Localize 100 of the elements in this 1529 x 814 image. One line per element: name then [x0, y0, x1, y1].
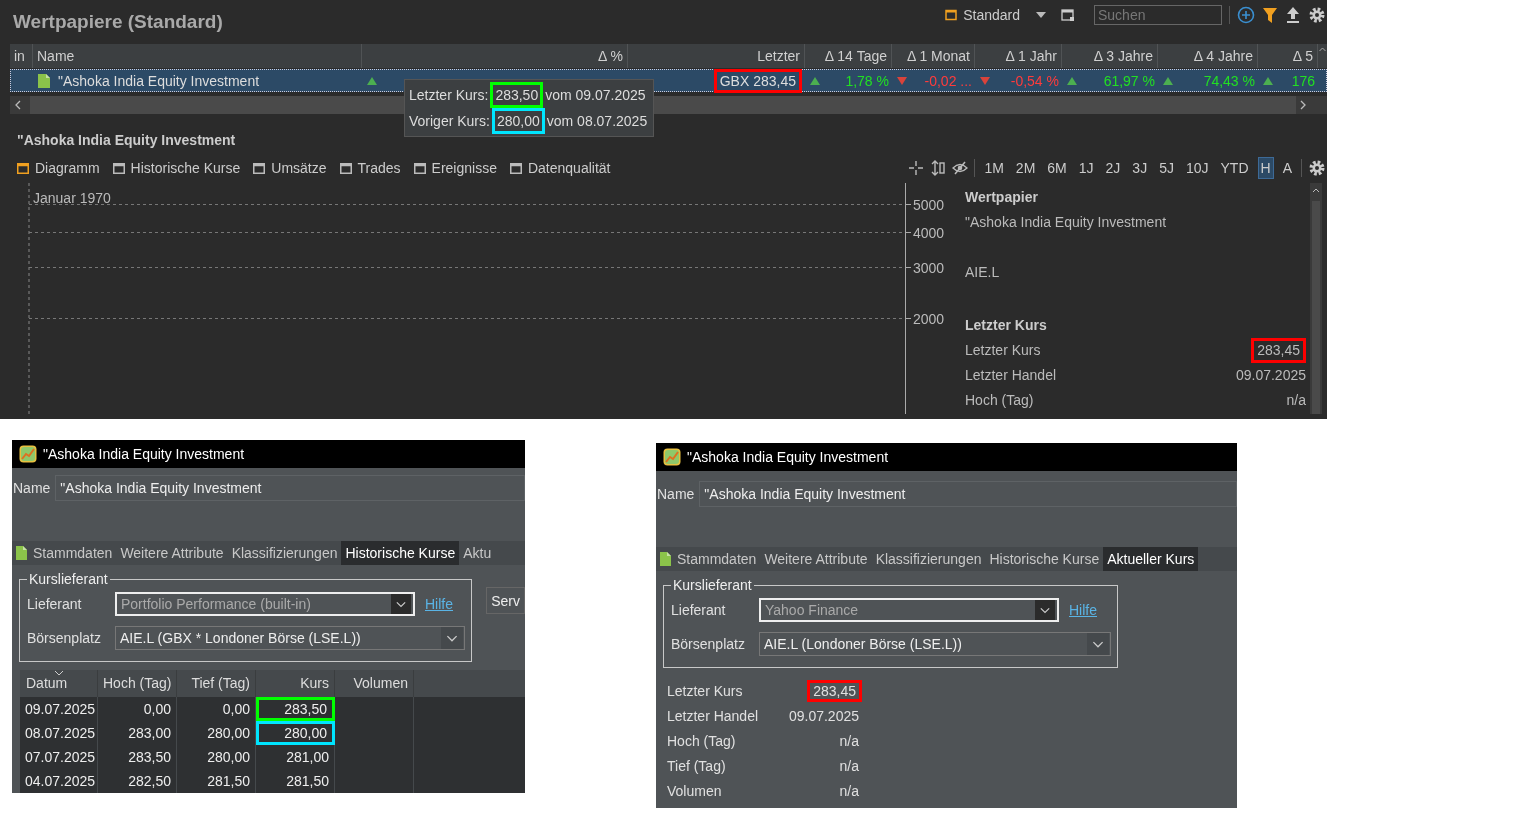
change-value: 74,43 % [1203, 72, 1255, 89]
scale-icon[interactable] [930, 160, 947, 176]
document-icon [660, 552, 671, 566]
column-header[interactable]: Δ 4 Jahre [1158, 44, 1258, 68]
info-label: "Ashoka India Equity Investment [965, 213, 1167, 232]
server-button[interactable]: Serv [486, 587, 525, 614]
info-value: 09.07.2025 [1235, 367, 1306, 384]
tab[interactable]: Aktueller Kurs [1103, 547, 1199, 571]
section-title: "Ashoka India Equity Investment [17, 131, 237, 149]
hidden-eye-icon[interactable] [952, 160, 969, 176]
period-button[interactable]: 10J [1182, 157, 1212, 179]
upload-icon[interactable] [1285, 6, 1301, 24]
name-field[interactable]: "Ashoka India Equity Investment [55, 475, 525, 501]
period-button[interactable]: 1M [981, 157, 1007, 179]
table-cell: 283,50 [256, 697, 335, 721]
change-value: 176 [1291, 72, 1315, 89]
axis-tick [904, 267, 912, 268]
field-label: Börsenplatz [671, 636, 746, 652]
period-button[interactable]: 2M [1012, 157, 1039, 179]
view-tab[interactable]: Ereignisse [413, 160, 497, 176]
tooltip-text: vom 08.07.2025 [546, 112, 648, 131]
add-icon[interactable] [1237, 6, 1255, 24]
document-icon [38, 73, 50, 88]
info-label: Letzter Handel [965, 366, 1057, 385]
name-field[interactable]: "Ashoka India Equity Investment [699, 481, 1237, 507]
period-button[interactable]: YTD [1217, 157, 1252, 179]
field-value: n/a [838, 782, 860, 799]
field-label: Name [12, 480, 51, 496]
column-header[interactable]: Δ % [362, 44, 628, 68]
filter-icon[interactable] [1262, 6, 1278, 24]
window-icon [339, 162, 352, 174]
chevron-down-icon [440, 627, 465, 649]
window-icon[interactable] [1061, 8, 1075, 22]
period-button[interactable]: A [1279, 157, 1295, 179]
window-icon [112, 162, 125, 174]
view-tab[interactable]: Umsätze [253, 160, 327, 176]
column-header[interactable]: in [10, 44, 33, 68]
view-dropdown[interactable]: Standard [945, 7, 1054, 23]
column-header[interactable]: Δ 14 Tage [805, 44, 892, 68]
tab[interactable]: Aktu [459, 541, 496, 565]
change-value: -0,54 % [1010, 72, 1059, 89]
column-header[interactable]: Δ 1 Monat [892, 44, 975, 68]
change-value: -0,02 ... [924, 72, 972, 89]
column-header[interactable]: Δ 3 Jahre [1062, 44, 1158, 68]
dropdown[interactable]: AIE.L (GBX * Londoner Börse (LSE.L)) [115, 626, 466, 650]
date-label: Januar 1970 [33, 190, 111, 206]
period-button[interactable]: 3J [1129, 157, 1151, 179]
field-label: Hoch (Tag) [667, 732, 736, 749]
dropdown[interactable]: AIE.L (Londoner Börse (LSE.L)) [759, 632, 1111, 656]
axis-tick-label: 5000 [913, 196, 945, 213]
group-title: Kurslieferant [672, 577, 753, 593]
settings-icon[interactable] [1308, 6, 1326, 24]
window-icon [509, 162, 522, 174]
tab[interactable]: Klassifizierungen [227, 541, 342, 565]
column-header[interactable]: Δ 5 [1258, 44, 1318, 68]
field-label: Volumen [667, 782, 722, 799]
app-icon [663, 448, 681, 466]
tab[interactable]: Weitere Attribute [760, 547, 872, 571]
info-label: AIE.L [965, 263, 1000, 282]
tab[interactable]: Klassifizierungen [871, 547, 986, 571]
settings-icon[interactable] [1308, 159, 1326, 177]
table-cell: 281,50 [256, 769, 335, 793]
sort-caret-icon [54, 670, 64, 676]
window-titlebar: "Ashoka India Equity Investment [656, 443, 1237, 471]
chevron-down-icon [1086, 633, 1110, 655]
tab[interactable]: Weitere Attribute [116, 541, 228, 565]
vertical-scrollbar[interactable] [1310, 183, 1322, 414]
caret-icon [1036, 12, 1046, 18]
search-field[interactable]: Suchen [1094, 5, 1222, 25]
column-header[interactable]: Kurs [256, 670, 335, 697]
column-header[interactable]: Δ 1 Jahr [975, 44, 1062, 68]
period-button[interactable]: 6M [1044, 157, 1070, 179]
period-button[interactable]: H [1257, 157, 1274, 179]
field-value: 283,45 [807, 679, 862, 702]
tab[interactable]: Historische Kurse [341, 541, 460, 565]
app-icon [19, 445, 37, 463]
view-tab[interactable]: Diagramm [17, 160, 100, 176]
column-header[interactable]: Letzter [628, 44, 805, 68]
field-label: Tief (Tag) [667, 757, 726, 774]
info-label: Letzter Kurs [965, 341, 1041, 360]
view-tab[interactable]: Historische Kurse [112, 160, 241, 176]
view-tab[interactable]: Datenqualität [509, 160, 611, 176]
column-header[interactable]: Name [33, 44, 362, 68]
tab[interactable]: Historische Kurse [985, 547, 1104, 571]
crosshair-icon[interactable] [908, 160, 925, 176]
period-button[interactable]: 1J [1075, 157, 1097, 179]
field-label: Letzter Kurs [667, 682, 743, 699]
tab[interactable]: Stammdaten [656, 547, 761, 571]
field-label: Letzter Handel [667, 707, 759, 724]
tab[interactable]: Stammdaten [12, 541, 117, 565]
panel-title: Wertpapiere (Standard) [13, 11, 223, 33]
info-value: n/a [1286, 392, 1306, 409]
axis-tick-label: 2000 [913, 310, 945, 327]
chevron-down-icon [389, 594, 413, 614]
period-button[interactable]: 2J [1102, 157, 1124, 179]
window-icon [17, 162, 29, 174]
window-icon [945, 9, 958, 21]
view-tab[interactable]: Trades [339, 160, 401, 176]
period-button[interactable]: 5J [1156, 157, 1177, 179]
change-value: 1,78 % [845, 72, 889, 89]
